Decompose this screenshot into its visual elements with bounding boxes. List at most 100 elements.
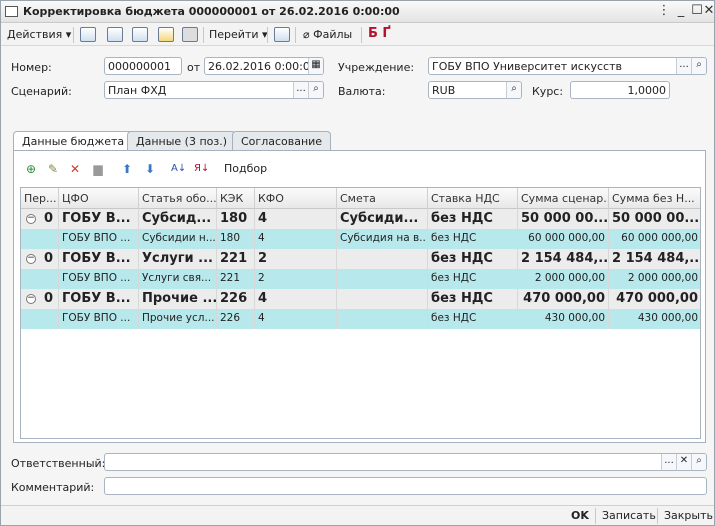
cell-kfo: 4 (255, 209, 337, 229)
col-sum-no-vat[interactable]: Сумма без Н... (609, 188, 700, 209)
pick-button[interactable]: Подбор (224, 162, 267, 175)
comment-field[interactable] (104, 477, 707, 495)
clear-icon[interactable]: ✕ (676, 454, 691, 470)
paperclip-icon: ⌀ (303, 28, 310, 41)
scenario-label: Сценарий: (11, 85, 72, 98)
cell-estimate (337, 309, 428, 329)
main-toolbar: Действия ▾ Перейти ▾ ⌀ Файлы Ƃ Ґ (1, 24, 714, 46)
add-icon[interactable]: ⊕ (24, 162, 38, 176)
search-icon[interactable]: ⌕ (308, 82, 323, 98)
cell-scenario-sum: 60 000 000,00 (518, 229, 609, 249)
more-icon[interactable]: ⋮ (655, 3, 673, 19)
cell-period: 0 (41, 209, 59, 229)
cell-kek: 226 (217, 289, 255, 309)
report-icon[interactable] (274, 27, 290, 42)
refresh-icon[interactable] (107, 27, 123, 42)
delete-icon[interactable]: ✕ (68, 162, 82, 176)
save-button[interactable]: Записать (602, 509, 656, 522)
col-article[interactable]: Статья обо... (139, 188, 217, 209)
files-button[interactable]: ⌀ Файлы (303, 28, 352, 41)
cell-kek: 180 (217, 229, 255, 249)
separator (203, 27, 204, 43)
cell-kfo: 2 (255, 249, 337, 269)
tab-budget-data[interactable]: Данные бюджета (13, 131, 134, 152)
edit-icon[interactable]: ✎ (46, 162, 60, 176)
select-button[interactable]: ... (676, 58, 691, 74)
table-row[interactable]: ГОБУ ВПО ... Услуги свя... 221 2 без НДС… (21, 269, 700, 289)
separator (73, 27, 74, 43)
ok-button[interactable]: OK (571, 509, 589, 522)
collapse-icon[interactable]: − (26, 294, 36, 304)
copy-icon[interactable] (132, 27, 148, 42)
col-kek[interactable]: КЭК (217, 188, 255, 209)
fill-icon[interactable] (158, 27, 174, 42)
col-cfo[interactable]: ЦФО (59, 188, 139, 209)
actions-label: Действия (7, 28, 63, 41)
table-row[interactable]: ГОБУ ВПО ... Субсидии н... 180 4 Субсиди… (21, 229, 700, 249)
search-icon[interactable]: ⌕ (691, 454, 706, 470)
cell-estimate (337, 289, 428, 309)
search-icon[interactable]: ⌕ (506, 82, 521, 98)
files-label: Файлы (313, 28, 353, 41)
cell-article: Прочие ... (139, 289, 217, 309)
rate-field[interactable]: 1,0000 (570, 81, 670, 99)
sort-desc-icon[interactable]: Я↓ (194, 162, 209, 176)
date-field[interactable]: 26.02.2016 0:00:00 ▦ (204, 57, 324, 75)
cell-cfo: ГОБУ В... (59, 249, 139, 269)
col-kfo[interactable]: КФО (255, 188, 337, 209)
close-button[interactable]: ✕ (703, 3, 715, 19)
calendar-icon[interactable]: ▦ (308, 58, 323, 74)
scenario-field[interactable]: План ФХД ... ⌕ (104, 81, 324, 99)
col-vat-rate[interactable]: Ставка НДС (428, 188, 518, 209)
org-label: Учреждение: (338, 61, 415, 74)
tab-data[interactable]: Данные (3 поз.) (127, 131, 237, 151)
cell-cfo: ГОБУ ВПО ... (59, 229, 139, 249)
col-period[interactable]: Пер... (21, 188, 59, 209)
collapse-icon[interactable]: − (26, 254, 36, 264)
collapse-icon[interactable]: − (26, 214, 36, 224)
tab-approval[interactable]: Согласование (232, 131, 332, 151)
separator (267, 27, 268, 43)
move-up-icon[interactable]: ⬆ (120, 162, 134, 176)
col-estimate[interactable]: Смета (337, 188, 428, 209)
separator (657, 508, 658, 524)
cell-kfo: 4 (255, 309, 337, 329)
document-icon (5, 6, 18, 17)
responsible-field[interactable]: ... ✕ ⌕ (104, 453, 707, 471)
close-form-button[interactable]: Закрыть (664, 509, 713, 522)
cell-article: Субсид... (139, 209, 217, 229)
post-icon[interactable] (80, 27, 96, 42)
currency-field[interactable]: RUB ⌕ (428, 81, 522, 99)
document-window: Корректировка бюджета 000000001 от 26.02… (0, 0, 715, 526)
save-icon[interactable]: ▆ (91, 162, 105, 176)
title-bar: Корректировка бюджета 000000001 от 26.02… (1, 1, 714, 23)
cell-estimate (337, 269, 428, 289)
actions-menu[interactable]: Действия ▾ (7, 28, 71, 41)
move-down-icon[interactable]: ⬇ (143, 162, 157, 176)
cell-period (21, 269, 59, 289)
structure-icon[interactable]: Ƃ Ґ (368, 26, 391, 41)
search-icon[interactable]: ⌕ (691, 58, 706, 74)
cell-scenario-sum: 50 000 00... (518, 209, 609, 229)
footer-bar: OK Записать Закрыть (1, 505, 714, 525)
currency-value: RUB (432, 84, 456, 97)
select-button[interactable]: ... (293, 82, 308, 98)
table-row[interactable]: − 0 ГОБУ В... Услуги ... 221 2 без НДС 2… (21, 249, 700, 269)
cell-estimate: Субсиди... (337, 209, 428, 229)
select-button[interactable]: ... (661, 454, 676, 470)
cell-sum-no-vat: 60 000 000,00 (609, 229, 700, 249)
table-row[interactable]: − 0 ГОБУ В... Прочие ... 226 4 без НДС 4… (21, 289, 700, 309)
table-row[interactable]: ГОБУ ВПО ... Прочие усл... 226 4 без НДС… (21, 309, 700, 329)
cell-scenario-sum: 2 154 484,... (518, 249, 609, 269)
date-label: от (187, 61, 201, 74)
table-row[interactable]: − 0 ГОБУ В... Субсид... 180 4 Субсиди...… (21, 209, 700, 229)
number-field[interactable]: 000000001 (104, 57, 182, 75)
sort-asc-icon[interactable]: A↓ (171, 162, 186, 176)
cell-period: 0 (41, 249, 59, 269)
org-field[interactable]: ГОБУ ВПО Университет искусств ... ⌕ (428, 57, 707, 75)
number-label: Номер: (11, 61, 52, 74)
goto-menu[interactable]: Перейти ▾ (209, 28, 268, 41)
col-scenario-sum[interactable]: Сумма сценар... (518, 188, 609, 209)
print-icon[interactable] (182, 27, 198, 42)
cell-sum-no-vat: 470 000,00 (609, 289, 700, 309)
